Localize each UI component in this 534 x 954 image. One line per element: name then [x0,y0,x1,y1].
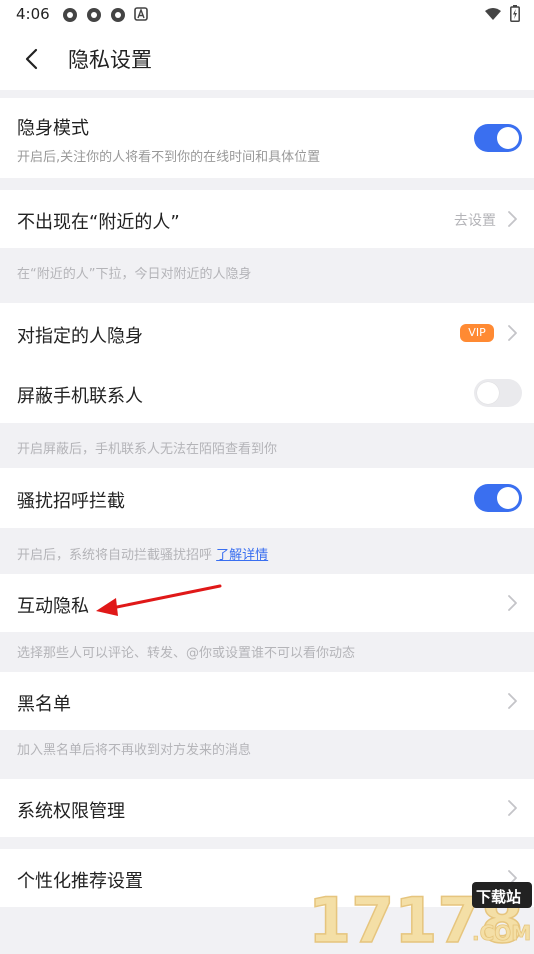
back-button[interactable] [16,44,46,74]
nearby-hint: 在“附近的人”下拉，今日对附近的人隐身 [17,267,252,282]
block-contacts-hint: 开启屏蔽后，手机联系人无法在陌陌查看到你 [17,442,278,457]
stealth-mode-row: 隐身模式 开启后,关注你的人将看不到你的在线时间和具体位置 [0,98,534,178]
blacklist-hint: 加入黑名单后将不再收到对方发来的消息 [17,743,252,758]
page-title: 隐私设置 [68,48,152,72]
nearby-title: 不出现在“附近的人” [17,212,180,233]
a-notification-icon [134,7,148,21]
chevron-right-icon [508,595,517,611]
interaction-privacy-title: 互动隐私 [17,596,89,617]
nearby-row[interactable]: 不出现在“附近的人” 去设置 [0,190,534,248]
app-notification-icon [111,8,125,22]
app-bar: 隐私设置 [0,28,534,90]
chevron-right-icon [508,211,517,227]
nearby-action: 去设置 [454,213,496,229]
status-bar: 4:06 [0,0,534,28]
notification-icons [62,7,148,23]
harass-block-row: 骚扰招呼拦截 [0,468,534,528]
block-contacts-title: 屏蔽手机联系人 [17,386,143,407]
watermark-domain: .COM [472,921,531,945]
watermark-site: 下载站 [476,888,521,906]
app-notification-icon [87,8,101,22]
personalized-recommendation-title: 个性化推荐设置 [17,871,143,892]
system-status [484,5,520,22]
red-arrow-annotation [96,584,222,616]
specific-people-title: 对指定的人隐身 [17,326,143,347]
stealth-mode-title: 隐身模式 [17,118,89,139]
learn-more-link[interactable]: 了解详情 [216,548,268,563]
status-time: 4:06 [16,5,50,23]
harass-block-toggle[interactable] [474,484,522,512]
chevron-left-icon [25,48,38,70]
specific-people-row[interactable]: 对指定的人隐身 VIP [0,303,534,363]
chevron-right-icon [508,800,517,816]
blacklist-row[interactable]: 黑名单 [0,672,534,730]
stealth-mode-toggle[interactable] [474,124,522,152]
interaction-privacy-row[interactable]: 互动隐私 [0,574,534,632]
harass-block-title: 骚扰招呼拦截 [17,491,125,512]
system-permissions-row[interactable]: 系统权限管理 [0,779,534,837]
watermark-logo: 17178 下载站 .COM [307,882,532,954]
wifi-icon [485,7,501,20]
site-watermark: 17178 下载站 .COM [306,880,534,954]
system-permissions-title: 系统权限管理 [17,801,125,822]
harass-block-hint: 开启后，系统将自动拦截骚扰招呼 了解详情 [17,544,268,563]
vip-badge: VIP [460,324,494,342]
blacklist-title: 黑名单 [17,694,71,715]
app-notification-icon [63,8,77,22]
block-contacts-row: 屏蔽手机联系人 [0,363,534,423]
stealth-mode-subtitle: 开启后,关注你的人将看不到你的在线时间和具体位置 [17,150,321,165]
chevron-right-icon [508,693,517,709]
block-contacts-toggle[interactable] [474,379,522,407]
chevron-right-icon [508,325,517,341]
harass-block-hint-text: 开启后，系统将自动拦截骚扰招呼 [17,548,213,563]
interaction-privacy-hint: 选择那些人可以评论、转发、@你或设置谁不可以看你动态 [17,646,356,661]
battery-icon [510,5,520,22]
